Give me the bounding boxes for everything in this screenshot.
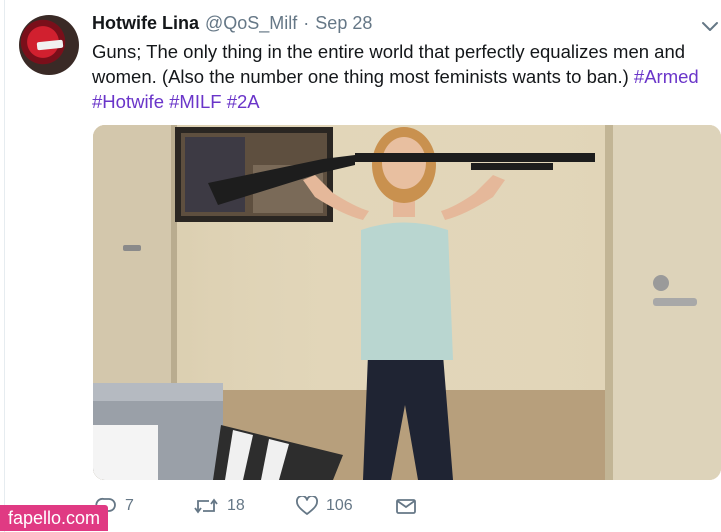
envelope-icon bbox=[396, 499, 416, 514]
retweet-count: 18 bbox=[227, 497, 245, 514]
photo-illustration bbox=[93, 125, 721, 480]
user-handle[interactable]: @QoS_Milf bbox=[205, 13, 297, 34]
site-watermark: fapello.com bbox=[0, 505, 108, 531]
tweet-media-photo[interactable] bbox=[93, 125, 721, 480]
hashtag-milf[interactable]: #MILF bbox=[169, 91, 221, 112]
hashtag-2a[interactable]: #2A bbox=[227, 91, 260, 112]
tweet-header: Hotwife Lina @QoS_Milf · Sep 28 bbox=[92, 13, 372, 37]
avatar[interactable] bbox=[19, 15, 79, 75]
reply-count: 7 bbox=[125, 497, 134, 514]
meta-separator: · bbox=[303, 13, 310, 33]
tweet-body: Guns; The only thing in the entire world… bbox=[92, 41, 686, 87]
timeline-divider bbox=[4, 0, 5, 532]
dm-action[interactable] bbox=[395, 496, 417, 516]
chevron-down-icon[interactable] bbox=[701, 20, 719, 34]
like-count: 106 bbox=[326, 497, 353, 514]
retweet-action[interactable]: 18 bbox=[193, 496, 245, 516]
avatar-highlight bbox=[36, 39, 64, 51]
hashtag-armed[interactable]: #Armed bbox=[634, 66, 699, 87]
tweet-text: Guns; The only thing in the entire world… bbox=[92, 39, 720, 114]
heart-icon bbox=[296, 496, 318, 515]
retweet-icon bbox=[194, 498, 218, 514]
tweet-timestamp[interactable]: Sep 28 bbox=[315, 13, 372, 34]
tweet-actions: 7 18 106 bbox=[93, 496, 721, 526]
tweet-page: Hotwife Lina @QoS_Milf · Sep 28 Guns; Th… bbox=[0, 0, 721, 532]
display-name[interactable]: Hotwife Lina bbox=[92, 13, 199, 34]
like-action[interactable]: 106 bbox=[296, 496, 353, 516]
hashtag-hotwife[interactable]: #Hotwife bbox=[92, 91, 164, 112]
